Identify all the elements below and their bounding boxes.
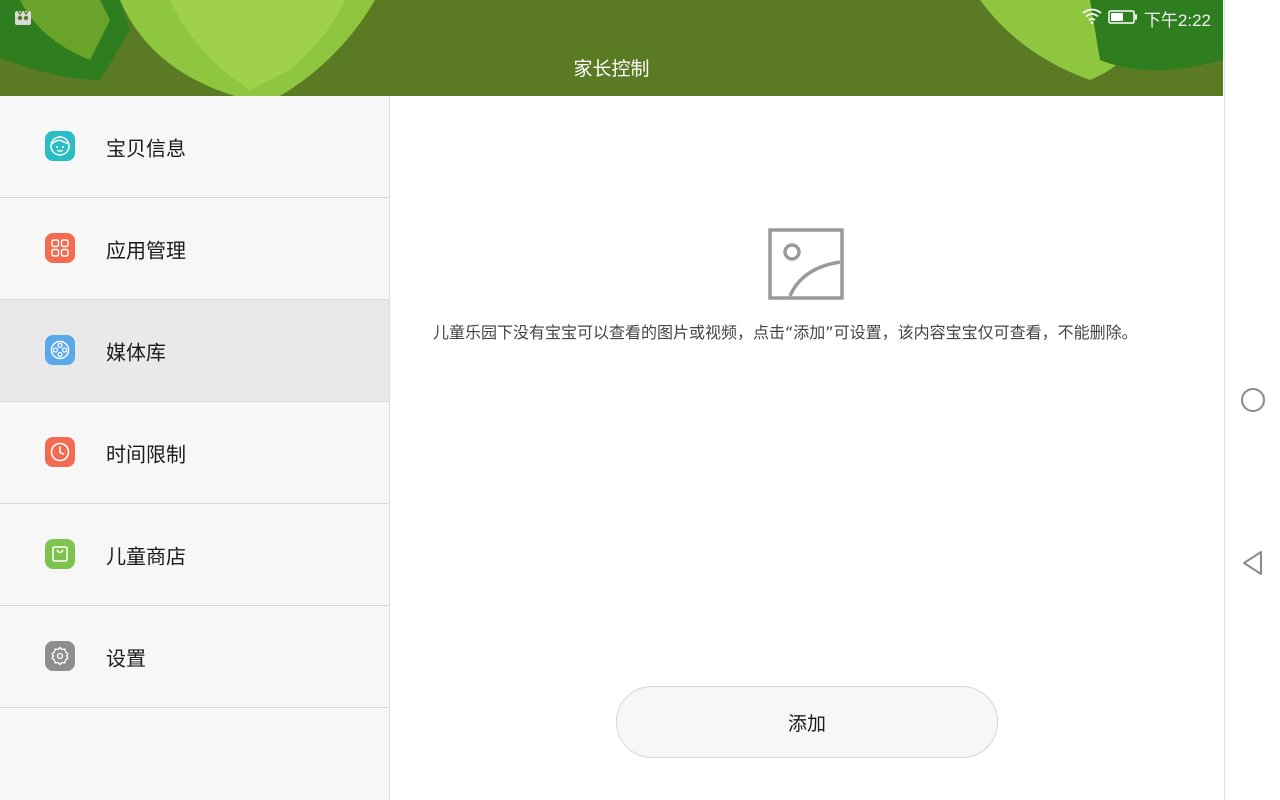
sidebar: 宝贝信息 应用管理 媒体库 时间限制 儿童商店 设置 (0, 96, 390, 800)
baby-face-icon (45, 130, 75, 161)
header: 下午2:22 家长控制 (0, 0, 1223, 96)
leaf-background (0, 0, 1223, 96)
sidebar-item-app-management[interactable]: 应用管理 (0, 198, 389, 300)
app-notification-icon (14, 10, 32, 26)
home-button[interactable] (1237, 384, 1269, 416)
sidebar-item-kids-store[interactable]: 儿童商店 (0, 504, 389, 606)
sidebar-item-label: 设置 (106, 646, 146, 670)
media-library-panel: 儿童乐园下没有宝宝可以查看的图片或视频，点击“添加”可设置，该内容宝宝仅可查看，… (391, 96, 1223, 800)
shopping-bag-icon (45, 538, 75, 569)
sidebar-item-baby-info[interactable]: 宝贝信息 (0, 96, 389, 198)
page-title: 家长控制 (573, 58, 650, 80)
sidebar-item-label: 媒体库 (106, 340, 166, 364)
battery-icon (1108, 9, 1138, 28)
add-button[interactable]: 添加 (616, 686, 998, 758)
app-window: 下午2:22 家长控制 宝贝信息 应用管理 媒体库 时间限制 儿童商店 设置 儿… (0, 0, 1223, 800)
image-placeholder-icon (768, 228, 846, 304)
clock-icon (45, 436, 75, 467)
status-bar: 下午2:22 (1082, 7, 1211, 30)
back-button[interactable] (1237, 547, 1269, 579)
back-triangle-icon (1243, 551, 1262, 575)
status-time: 下午2:22 (1143, 10, 1211, 30)
media-reel-icon (45, 334, 75, 365)
empty-state-message: 儿童乐园下没有宝宝可以查看的图片或视频，点击“添加”可设置，该内容宝宝仅可查看，… (433, 323, 1138, 342)
gear-icon (45, 640, 75, 671)
home-circle-icon (1241, 388, 1265, 412)
system-navigation-bar (1224, 0, 1280, 800)
app-grid-icon (45, 232, 75, 263)
sidebar-item-label: 宝贝信息 (106, 136, 186, 160)
sidebar-item-settings[interactable]: 设置 (0, 606, 389, 708)
sidebar-item-label: 应用管理 (106, 238, 186, 262)
sidebar-item-media-library[interactable]: 媒体库 (0, 300, 389, 402)
sidebar-item-time-limit[interactable]: 时间限制 (0, 402, 389, 504)
wifi-icon (1082, 8, 1102, 28)
sidebar-item-label: 时间限制 (106, 442, 186, 466)
sidebar-item-label: 儿童商店 (106, 544, 186, 568)
